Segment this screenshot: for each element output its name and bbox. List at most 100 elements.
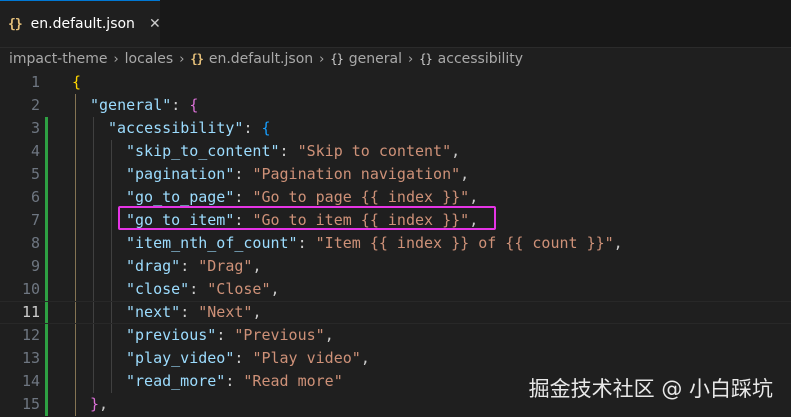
chevron-right-icon: › xyxy=(113,51,119,67)
breadcrumb-item-general[interactable]: general xyxy=(349,51,402,67)
punctuation: : xyxy=(189,280,208,298)
code-text: "previous": "Previous", xyxy=(126,324,334,347)
punctuation: : xyxy=(225,372,244,390)
punctuation: , xyxy=(252,303,262,321)
json-string: "Drag" xyxy=(198,257,253,275)
json-string: "Go to page {{ index }}" xyxy=(252,188,470,206)
punctuation: , xyxy=(252,257,262,275)
code-text: { xyxy=(72,71,81,94)
punctuation: , xyxy=(270,280,280,298)
punctuation: : xyxy=(234,349,253,367)
line-number: 9 xyxy=(30,257,40,275)
line-number: 4 xyxy=(30,142,40,160)
json-key: "read_more" xyxy=(126,372,226,390)
tab-label: en.default.json xyxy=(30,16,135,32)
json-key: "next" xyxy=(126,303,181,321)
punctuation: , xyxy=(99,395,109,413)
json-string: "Play video" xyxy=(252,349,361,367)
code-text: "close": "Close", xyxy=(126,278,280,301)
chevron-right-icon: › xyxy=(408,51,414,67)
code-text: "item_nth_of_count": "Item {{ index }} o… xyxy=(126,232,623,255)
annotation-highlight-box xyxy=(118,206,496,230)
punctuation: : xyxy=(234,165,253,183)
code-line[interactable]: 12 "previous": "Previous", xyxy=(0,324,791,347)
line-number: 3 xyxy=(30,119,40,137)
json-key: "general" xyxy=(90,96,172,114)
json-key: "pagination" xyxy=(126,165,235,183)
code-text: "play_video": "Play video", xyxy=(126,347,370,370)
json-key: "skip_to_content" xyxy=(126,142,280,160)
line-number: 13 xyxy=(21,349,40,367)
code-line[interactable]: 1{ xyxy=(0,71,791,94)
punctuation: , xyxy=(613,234,623,252)
json-file-icon: {} xyxy=(190,52,203,66)
punctuation: : xyxy=(180,303,199,321)
code-line[interactable]: 11 "next": "Next", xyxy=(0,301,791,324)
line-number: 12 xyxy=(21,326,40,344)
punctuation: , xyxy=(469,188,479,206)
breadcrumb-item-file[interactable]: en.default.json xyxy=(209,51,313,67)
json-key: "play_video" xyxy=(126,349,235,367)
code-line[interactable]: 10 "close": "Close", xyxy=(0,278,791,301)
code-line[interactable]: 3 "accessibility": { xyxy=(0,117,791,140)
code-text: "next": "Next", xyxy=(126,302,261,323)
chevron-right-icon: › xyxy=(319,51,325,67)
punctuation: , xyxy=(324,326,334,344)
line-number: 1 xyxy=(30,73,40,91)
json-file-icon: {} xyxy=(8,16,23,32)
object-icon: {} xyxy=(330,52,343,66)
breadcrumb-item-accessibility[interactable]: accessibility xyxy=(438,51,523,67)
code-text: "accessibility": { xyxy=(108,117,271,140)
tab-en-default-json[interactable]: {} en.default.json ✕ xyxy=(0,0,161,47)
code-line[interactable]: 4 "skip_to_content": "Skip to content", xyxy=(0,140,791,163)
breadcrumb-item-locales[interactable]: locales xyxy=(125,51,174,67)
bracket: } xyxy=(90,395,100,413)
bracket: { xyxy=(261,119,271,137)
punctuation: : xyxy=(216,326,235,344)
code-line[interactable]: 2 "general": { xyxy=(0,94,791,117)
line-number: 7 xyxy=(30,211,40,229)
breadcrumb: impact-theme › locales › {} en.default.j… xyxy=(0,47,791,71)
line-number: 14 xyxy=(21,372,40,390)
code-text: "skip_to_content": "Skip to content", xyxy=(126,140,460,163)
line-number: 15 xyxy=(21,395,40,413)
code-line[interactable]: 5 "pagination": "Pagination navigation", xyxy=(0,163,791,186)
json-key: "drag" xyxy=(126,257,181,275)
close-icon[interactable]: ✕ xyxy=(149,16,161,32)
code-text: }, xyxy=(90,393,108,416)
json-key: "item_nth_of_count" xyxy=(126,234,298,252)
bracket: { xyxy=(189,96,199,114)
punctuation: , xyxy=(460,165,470,183)
code-editor[interactable]: 1{2 "general": {3 "accessibility": {4 "skip… xyxy=(0,71,791,417)
line-number: 10 xyxy=(21,280,40,298)
code-text: "general": { xyxy=(90,94,198,117)
json-string: "Skip to content" xyxy=(297,142,452,160)
json-string: "Close" xyxy=(207,280,271,298)
line-number: 8 xyxy=(30,234,40,252)
json-key: "go_to_page" xyxy=(126,188,235,206)
punctuation: : xyxy=(297,234,316,252)
line-number: 5 xyxy=(30,165,40,183)
bracket: { xyxy=(72,73,82,91)
code-line[interactable]: 13 "play_video": "Play video", xyxy=(0,347,791,370)
punctuation: : xyxy=(243,119,262,137)
code-text: "read_more": "Read more" xyxy=(126,370,343,393)
punctuation: : xyxy=(180,257,199,275)
code-line[interactable]: 8 "item_nth_of_count": "Item {{ index }} … xyxy=(0,232,791,255)
line-number: 6 xyxy=(30,188,40,206)
punctuation: : xyxy=(234,188,253,206)
code-line[interactable]: 9 "drag": "Drag", xyxy=(0,255,791,278)
json-string: "Pagination navigation" xyxy=(252,165,461,183)
line-number: 2 xyxy=(30,96,40,114)
json-key: "close" xyxy=(126,280,190,298)
json-key: "accessibility" xyxy=(108,119,244,137)
punctuation: : xyxy=(171,96,190,114)
json-string: "Previous" xyxy=(234,326,325,344)
code-text: "drag": "Drag", xyxy=(126,255,261,278)
json-string: "Next" xyxy=(198,303,253,321)
line-number: 11 xyxy=(21,303,40,321)
punctuation: , xyxy=(451,142,461,160)
breadcrumb-item-impact-theme[interactable]: impact-theme xyxy=(9,51,107,67)
watermark: 掘金技术社区 @ 小白踩坑 xyxy=(528,377,773,401)
chevron-right-icon: › xyxy=(179,51,185,67)
